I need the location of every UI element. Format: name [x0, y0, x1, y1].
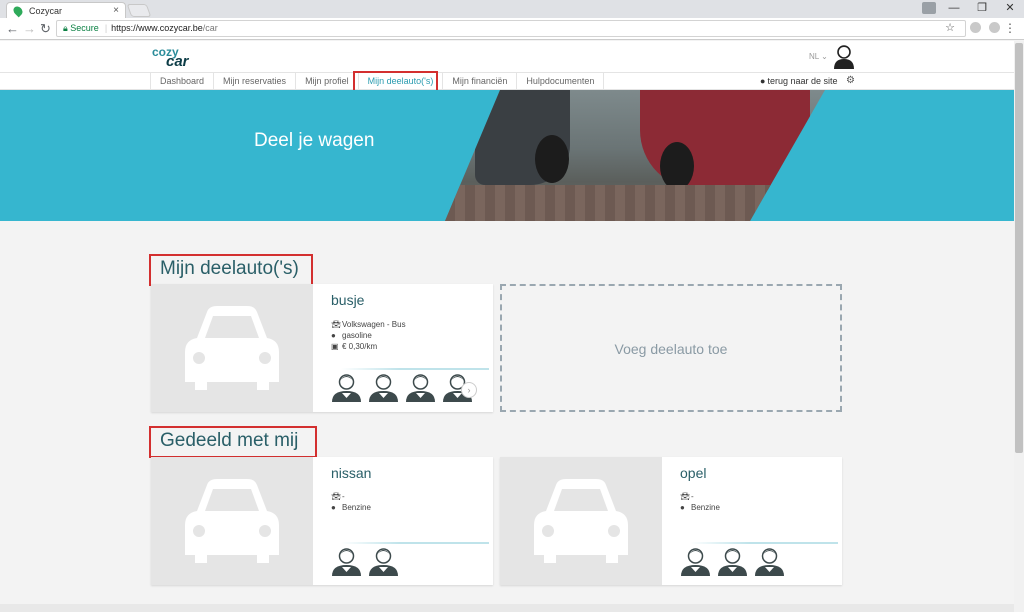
- page: cozy car NL ⌄ Dashboard Mijn reservaties…: [0, 41, 1014, 612]
- new-tab-button[interactable]: [126, 4, 152, 17]
- secure-label: Secure: [70, 23, 99, 33]
- member-avatar[interactable]: [405, 372, 436, 402]
- member-list: [680, 546, 791, 576]
- url-host: https://www.cozycar.be: [111, 23, 203, 33]
- car-icon: [185, 479, 279, 563]
- back-icon[interactable]: ←: [6, 21, 19, 36]
- car-placeholder-image: [500, 457, 662, 585]
- highlight-box-nav: [353, 71, 438, 92]
- minimize-button[interactable]: —: [940, 0, 968, 18]
- maximize-button[interactable]: ❐: [968, 0, 996, 18]
- hero-title: Deel je wagen: [254, 130, 375, 151]
- forward-icon[interactable]: →: [23, 21, 36, 36]
- language-selector[interactable]: NL ⌄: [809, 52, 828, 61]
- url-path: /car: [202, 23, 218, 33]
- car-fuel: ● Benzine: [680, 503, 720, 512]
- fuel-drop-icon: ●: [331, 331, 336, 340]
- car-icon: 🚘︎: [331, 492, 342, 501]
- member-avatar[interactable]: [368, 372, 399, 402]
- logo[interactable]: cozy car: [152, 46, 189, 69]
- car-name[interactable]: opel: [680, 465, 706, 481]
- scrollbar-thumb[interactable]: [1015, 43, 1023, 453]
- car-icon: 🚘︎: [680, 492, 691, 501]
- car-name[interactable]: busje: [331, 292, 364, 308]
- highlight-box-my-cars: [149, 254, 313, 286]
- nav-help-documents[interactable]: Hulpdocumenten: [516, 73, 605, 90]
- car-placeholder-image: [151, 457, 313, 585]
- globe-icon: ●: [760, 76, 766, 86]
- car-fuel: ● gasoline: [331, 331, 372, 340]
- member-list: [331, 372, 479, 402]
- car-name[interactable]: nissan: [331, 465, 371, 481]
- member-avatar[interactable]: [331, 546, 362, 576]
- close-tab-icon[interactable]: ×: [113, 5, 119, 16]
- window-controls: — ❐ ✕: [940, 0, 1024, 18]
- gear-icon[interactable]: ⚙: [846, 75, 855, 86]
- url-input[interactable]: 🔒︎ Secure | https://www.cozycar.be/car ☆: [56, 20, 966, 37]
- member-avatar[interactable]: [331, 372, 362, 402]
- main-nav: Dashboard Mijn reservaties Mijn profiel …: [0, 72, 1014, 90]
- footer-strip: [0, 604, 1014, 612]
- nav-profile[interactable]: Mijn profiel: [295, 73, 358, 90]
- tab-title: Cozycar: [29, 6, 63, 16]
- member-avatar[interactable]: [717, 546, 748, 576]
- profile-icon[interactable]: [922, 2, 936, 14]
- fuel-drop-icon: ●: [680, 503, 685, 512]
- car-card-busje[interactable]: busje 🚘︎Volkswagen - Bus ● gasoline ▣ € 0,…: [151, 284, 493, 412]
- member-avatar[interactable]: [754, 546, 785, 576]
- add-car-button[interactable]: Voeg deelauto toe: [500, 284, 842, 412]
- car-icon: [185, 306, 279, 390]
- chevron-right-icon[interactable]: ›: [461, 382, 477, 398]
- add-car-label: Voeg deelauto toe: [614, 341, 728, 357]
- car-card-opel[interactable]: opel 🚘︎- ● Benzine: [500, 457, 842, 585]
- hero-banner: Deel je wagen: [0, 90, 1014, 221]
- reload-icon[interactable]: ↻: [40, 21, 51, 37]
- car-model: 🚘︎Volkswagen - Bus: [331, 320, 406, 329]
- price-icon: ▣: [331, 342, 339, 351]
- close-window-button[interactable]: ✕: [996, 0, 1024, 18]
- member-avatar[interactable]: [368, 546, 399, 576]
- member-list: [331, 546, 405, 576]
- browser-tabbar: Cozycar × — ❐ ✕: [0, 0, 1024, 18]
- browser-menu-icon[interactable]: ⋮: [1004, 21, 1016, 35]
- back-to-site-link[interactable]: ● terug naar de site: [760, 73, 837, 90]
- address-bar: ← → ↻ 🔒︎ Secure | https://www.cozycar.be/c…: [0, 18, 1024, 40]
- car-placeholder-image: [151, 284, 313, 412]
- nav-reservations[interactable]: Mijn reservaties: [213, 73, 295, 90]
- extension-icon[interactable]: [970, 22, 981, 33]
- car-card-nissan[interactable]: nissan 🚘︎- ● Benzine: [151, 457, 493, 585]
- location-pin-icon: [11, 4, 25, 18]
- site-header: cozy car NL ⌄: [0, 41, 1014, 72]
- car-fuel: ● Benzine: [331, 503, 371, 512]
- nav-finances[interactable]: Mijn financiën: [442, 73, 516, 90]
- car-price: ▣ € 0,30/km: [331, 342, 378, 351]
- car-icon: [534, 479, 628, 563]
- extension-icon[interactable]: [989, 22, 1000, 33]
- member-avatar[interactable]: [680, 546, 711, 576]
- car-model: 🚘︎-: [680, 492, 694, 501]
- hero-photo: [445, 90, 825, 221]
- highlight-box-shared: [149, 426, 317, 458]
- browser-tab[interactable]: Cozycar ×: [6, 2, 126, 18]
- nav-dashboard[interactable]: Dashboard: [150, 73, 213, 90]
- car-model: 🚘︎-: [331, 492, 345, 501]
- bookmark-star-icon[interactable]: ☆: [945, 21, 955, 36]
- fuel-drop-icon: ●: [331, 503, 336, 512]
- car-icon: 🚘︎: [331, 320, 342, 329]
- user-avatar-icon[interactable]: [832, 43, 856, 69]
